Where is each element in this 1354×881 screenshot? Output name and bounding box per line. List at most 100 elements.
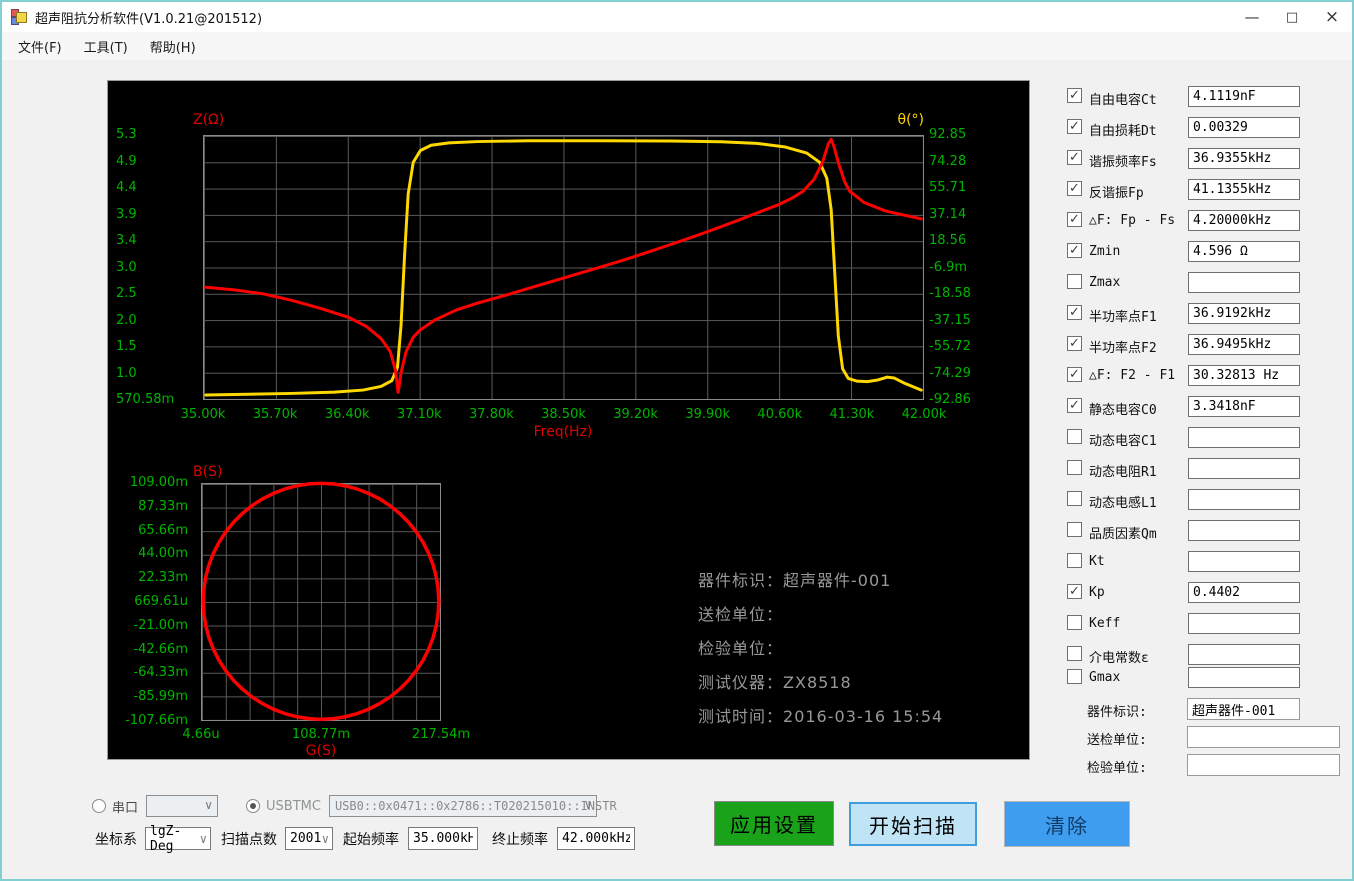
result-label-2: 谐振频率Fs bbox=[1089, 155, 1157, 170]
clear-button[interactable]: 清除 bbox=[1004, 801, 1130, 847]
top-x-tick-5: 38.50k bbox=[541, 407, 586, 422]
result-value-6[interactable] bbox=[1188, 272, 1300, 293]
menu-item-2[interactable]: 帮助(H) bbox=[139, 32, 207, 61]
result-label-7: 半功率点F1 bbox=[1089, 310, 1157, 325]
result-value-10[interactable] bbox=[1188, 396, 1300, 417]
scan-points-combo[interactable]: 2001 ∨ bbox=[285, 827, 333, 850]
usbtmc-address-combo[interactable]: USB0::0x0471::0x2786::T020215010::INSTR … bbox=[328, 795, 617, 817]
result-row-17: Keff bbox=[1067, 613, 1352, 634]
top-left-tick-8: 1.5 bbox=[116, 339, 137, 354]
top-x-tick-0: 35.00k bbox=[180, 407, 226, 422]
info-line-0: 器件标识：超声器件-001 bbox=[698, 567, 943, 601]
result-checkbox-11[interactable] bbox=[1067, 429, 1082, 444]
id-field-row-0: 器件标识: bbox=[1067, 698, 1352, 720]
result-checkbox-9[interactable]: ✓ bbox=[1067, 367, 1082, 382]
start-scan-button[interactable]: 开始扫描 bbox=[849, 802, 977, 846]
result-checkbox-13[interactable] bbox=[1067, 491, 1082, 506]
result-row-19: Gmax bbox=[1067, 667, 1352, 688]
bottom-x-tick-0: 4.66u bbox=[182, 727, 220, 742]
result-value-17[interactable] bbox=[1188, 613, 1300, 634]
coord-system-label: 坐标系 bbox=[95, 831, 137, 848]
result-checkbox-10[interactable]: ✓ bbox=[1067, 398, 1082, 413]
close-button[interactable]: × bbox=[1312, 2, 1352, 32]
top-x-tick-7: 39.90k bbox=[685, 407, 731, 422]
menu-item-0[interactable]: 文件(F) bbox=[7, 32, 73, 61]
result-checkbox-3[interactable]: ✓ bbox=[1067, 181, 1082, 196]
bottom-x-tick-2: 217.54m bbox=[411, 727, 471, 742]
info-label-1: 送检单位： bbox=[698, 605, 784, 624]
bottom-y-tick-3: 44.00m bbox=[138, 546, 188, 562]
result-checkbox-7[interactable]: ✓ bbox=[1067, 305, 1082, 320]
chevron-down-icon: ∨ bbox=[584, 798, 592, 812]
result-value-7[interactable] bbox=[1188, 303, 1300, 324]
bottom-x-tick-1: 108.77m bbox=[291, 727, 351, 742]
serial-port-combo[interactable]: ∨ bbox=[146, 795, 219, 817]
result-value-8[interactable] bbox=[1188, 334, 1300, 355]
result-value-19[interactable] bbox=[1188, 667, 1300, 688]
result-row-0: ✓ 自由电容Ct bbox=[1067, 86, 1352, 108]
result-checkbox-6[interactable] bbox=[1067, 274, 1082, 289]
start-frequency-input[interactable] bbox=[408, 827, 478, 850]
top-x-tick-10: 42.00k bbox=[901, 407, 947, 422]
top-right-tick-6: -18.58 bbox=[929, 286, 971, 301]
result-checkbox-12[interactable] bbox=[1067, 460, 1082, 475]
result-value-12[interactable] bbox=[1188, 458, 1300, 479]
result-checkbox-8[interactable]: ✓ bbox=[1067, 336, 1082, 351]
result-value-11[interactable] bbox=[1188, 427, 1300, 448]
result-label-19: Gmax bbox=[1089, 670, 1121, 685]
id-field-input-2[interactable] bbox=[1187, 754, 1340, 776]
result-row-3: ✓ 反谐振Fp bbox=[1067, 179, 1352, 201]
result-row-8: ✓ 半功率点F2 bbox=[1067, 334, 1352, 356]
result-value-5[interactable] bbox=[1188, 241, 1300, 262]
result-row-15: Kt bbox=[1067, 551, 1352, 572]
result-row-1: ✓ 自由损耗Dt bbox=[1067, 117, 1352, 139]
result-value-13[interactable] bbox=[1188, 489, 1300, 510]
info-label-4: 测试时间： bbox=[698, 707, 784, 726]
results-panel: ✓自由电容Ct✓自由损耗Dt✓谐振频率Fs✓反谐振Fp✓△F: Fp - Fs✓… bbox=[1067, 86, 1352, 782]
result-checkbox-19[interactable] bbox=[1067, 669, 1082, 684]
result-label-18: 介电常数ε bbox=[1089, 651, 1149, 666]
top-left-tick-0: 5.3 bbox=[116, 127, 137, 142]
result-checkbox-14[interactable] bbox=[1067, 522, 1082, 537]
result-checkbox-17[interactable] bbox=[1067, 615, 1082, 630]
stop-frequency-label: 终止频率 bbox=[492, 831, 548, 848]
result-checkbox-4[interactable]: ✓ bbox=[1067, 212, 1082, 227]
result-value-2[interactable] bbox=[1188, 148, 1300, 169]
serial-radio[interactable] bbox=[92, 799, 106, 813]
id-field-input-0[interactable] bbox=[1187, 698, 1300, 720]
result-checkbox-5[interactable]: ✓ bbox=[1067, 243, 1082, 258]
result-checkbox-16[interactable]: ✓ bbox=[1067, 584, 1082, 599]
result-label-4: △F: Fp - Fs bbox=[1089, 213, 1176, 228]
minimize-button[interactable]: — bbox=[1232, 2, 1272, 32]
bottom-y-tick-2: 65.66m bbox=[138, 522, 188, 538]
result-value-4[interactable] bbox=[1188, 210, 1300, 231]
result-label-10: 静态电容C0 bbox=[1089, 403, 1157, 418]
result-value-18[interactable] bbox=[1188, 644, 1300, 665]
result-value-3[interactable] bbox=[1188, 179, 1300, 200]
chevron-down-icon: ∨ bbox=[321, 831, 329, 846]
result-label-12: 动态电阻R1 bbox=[1089, 465, 1157, 480]
result-value-1[interactable] bbox=[1188, 117, 1300, 138]
result-value-9[interactable] bbox=[1188, 365, 1300, 386]
result-value-16[interactable] bbox=[1188, 582, 1300, 603]
title-bar: 超声阻抗分析软件(V1.0.21@201512) — □ × bbox=[2, 2, 1352, 32]
result-value-14[interactable] bbox=[1188, 520, 1300, 541]
result-checkbox-0[interactable]: ✓ bbox=[1067, 88, 1082, 103]
menu-item-1[interactable]: 工具(T) bbox=[73, 32, 139, 61]
usbtmc-radio[interactable] bbox=[246, 799, 261, 813]
result-value-15[interactable] bbox=[1188, 551, 1300, 572]
id-field-input-1[interactable] bbox=[1187, 726, 1340, 748]
result-checkbox-2[interactable]: ✓ bbox=[1067, 150, 1082, 165]
info-value-4: 2016-03-16 15:54 bbox=[783, 707, 944, 726]
result-checkbox-15[interactable] bbox=[1067, 553, 1082, 568]
top-x-tick-3: 37.10k bbox=[396, 407, 442, 422]
id-field-label-2: 检验单位: bbox=[1087, 761, 1147, 776]
apply-settings-button[interactable]: 应用设置 bbox=[714, 801, 834, 846]
result-value-0[interactable] bbox=[1188, 86, 1300, 107]
coord-system-combo[interactable]: lgZ-Deg ∨ bbox=[145, 824, 211, 854]
maximize-button[interactable]: □ bbox=[1272, 2, 1312, 32]
result-checkbox-1[interactable]: ✓ bbox=[1067, 119, 1082, 134]
top-left-tick-2: 4.4 bbox=[116, 180, 137, 195]
stop-frequency-input[interactable] bbox=[557, 827, 635, 850]
result-checkbox-18[interactable] bbox=[1067, 646, 1082, 661]
